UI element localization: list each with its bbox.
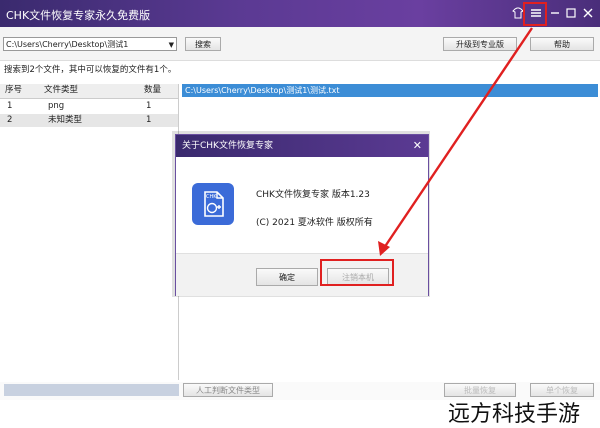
- annotation-arrow: [378, 27, 533, 256]
- watermark-text: 远方科技手游: [448, 402, 581, 427]
